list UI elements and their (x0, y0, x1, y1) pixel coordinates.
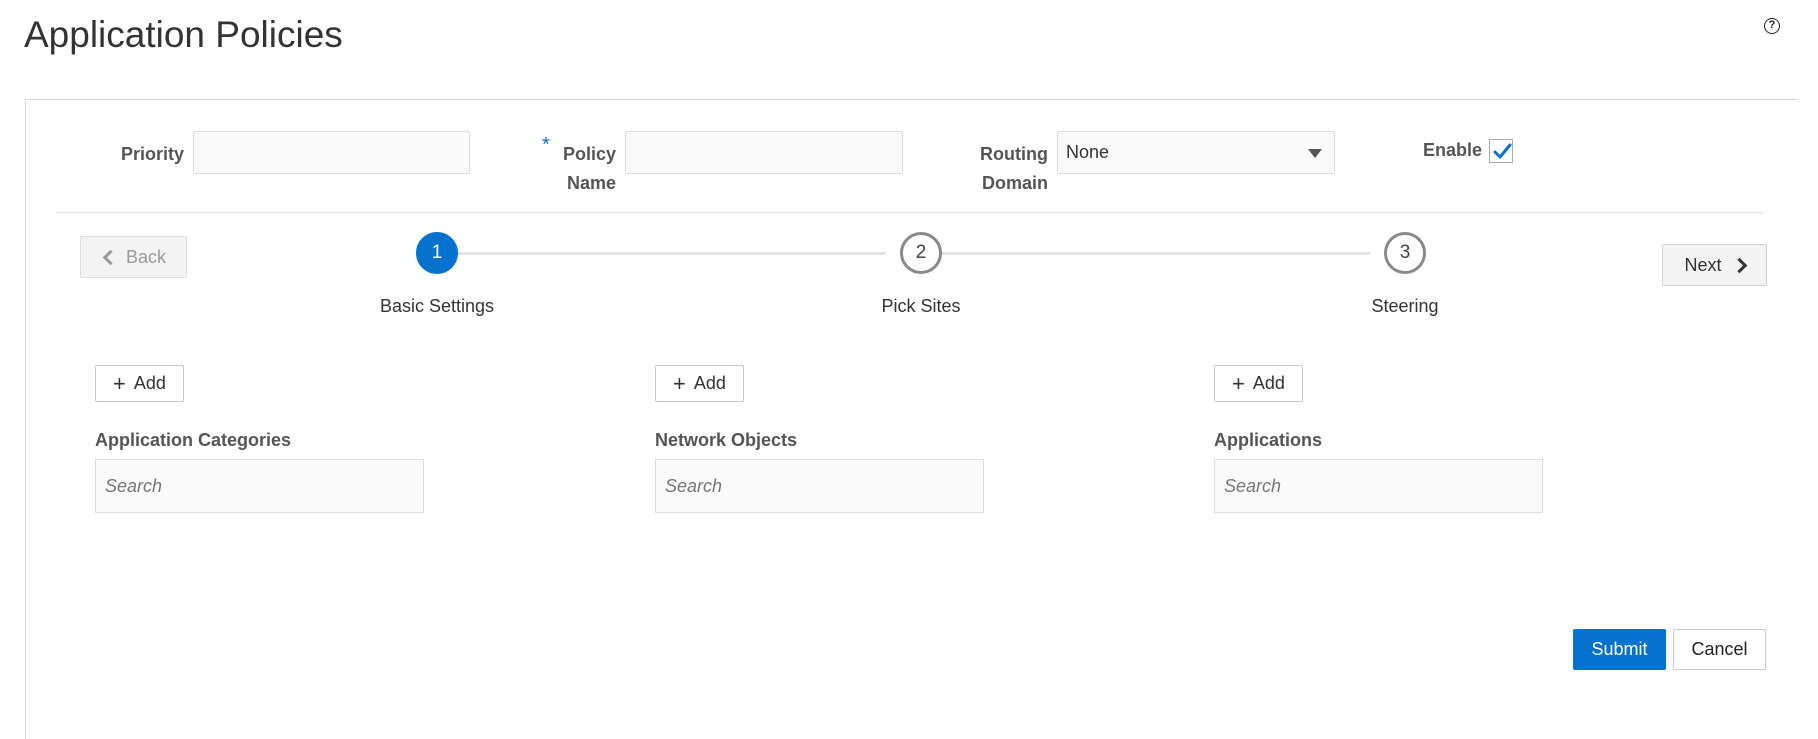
application-categories-search-input[interactable] (95, 459, 424, 513)
plus-icon: + (1232, 370, 1245, 396)
policy-name-input[interactable] (625, 131, 903, 174)
routing-domain-label-line2: Domain (981, 173, 1048, 193)
chevron-left-icon (102, 249, 119, 265)
step-connector (942, 252, 1370, 255)
add-applications-button[interactable]: + Add (1214, 365, 1303, 402)
routing-domain-label-line1: Routing (980, 144, 1048, 164)
enable-checkbox[interactable] (1489, 139, 1513, 163)
back-label: Back (125, 246, 167, 267)
form-divider (56, 212, 1764, 213)
chevron-right-icon (1731, 257, 1747, 273)
application-categories-title: Application Categories (95, 430, 292, 450)
policy-name-label: Policy Name (550, 140, 616, 198)
priority-input[interactable] (193, 131, 470, 174)
checkmark-icon (1493, 143, 1512, 159)
step-2-indicator[interactable]: 2 (900, 232, 942, 274)
required-marker: * (542, 134, 550, 156)
step-1-label: Basic Settings (379, 296, 495, 316)
plus-icon: + (113, 370, 126, 396)
cancel-button[interactable]: Cancel (1673, 629, 1766, 670)
policy-panel (25, 99, 1798, 739)
step-connector (458, 252, 886, 255)
policy-name-label-line1: Policy (562, 144, 616, 164)
back-button[interactable]: Back (80, 236, 187, 278)
step-2-label: Pick Sites (881, 296, 961, 316)
add-label: Add (693, 373, 726, 393)
add-label: Add (1252, 373, 1285, 393)
step-3-label: Steering (1371, 296, 1439, 316)
next-button[interactable]: Next (1662, 244, 1767, 286)
network-objects-title: Network Objects (655, 430, 798, 450)
next-label: Next (1684, 254, 1722, 275)
applications-search-input[interactable] (1214, 459, 1543, 513)
help-circle-icon[interactable]: ? (1764, 18, 1780, 34)
submit-button[interactable]: Submit (1573, 629, 1666, 670)
plus-icon: + (673, 370, 686, 396)
add-label: Add (133, 373, 166, 393)
priority-label: Priority (120, 144, 184, 164)
policy-name-label-line2: Name (566, 173, 616, 193)
add-application-categories-button[interactable]: + Add (95, 365, 184, 402)
page-title: Application Policies (24, 14, 343, 55)
add-network-objects-button[interactable]: + Add (655, 365, 744, 402)
enable-label: Enable (1422, 140, 1482, 160)
network-objects-search-input[interactable] (655, 459, 984, 513)
applications-title: Applications (1214, 430, 1323, 450)
chevron-down-icon (1308, 149, 1322, 158)
routing-domain-select[interactable]: None (1057, 131, 1335, 174)
step-3-indicator[interactable]: 3 (1384, 232, 1426, 274)
routing-domain-value: None (1066, 142, 1110, 162)
step-1-indicator[interactable]: 1 (416, 232, 458, 274)
routing-domain-label: Routing Domain (960, 140, 1048, 198)
